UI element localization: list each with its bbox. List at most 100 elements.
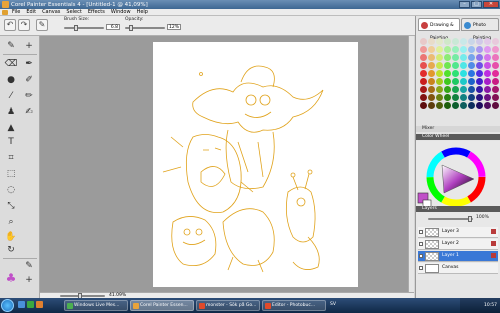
color-swatch[interactable] [476,54,483,61]
color-swatch[interactable] [460,86,467,93]
color-swatch[interactable] [460,38,467,45]
color-swatch[interactable] [492,38,499,45]
pencil-tool-icon[interactable]: ✏ [22,90,36,102]
color-swatch[interactable] [484,70,491,77]
color-swatch[interactable] [484,62,491,69]
close-button[interactable]: ✕ [483,1,499,8]
color-swatch[interactable] [428,62,435,69]
rect-select-icon[interactable]: ⬚ [4,168,18,180]
color-swatch[interactable] [420,86,427,93]
tab-photo-painting[interactable]: Photo Painting [461,18,499,41]
color-swatch[interactable] [452,94,459,101]
brush-tool-icon[interactable]: ✎ [4,40,18,52]
color-swatch[interactable] [460,94,467,101]
color-swatch[interactable] [468,86,475,93]
layer-row-selected[interactable]: Layer 1 [418,251,498,262]
dropper-tool-icon[interactable]: ⁄ [4,90,18,102]
pen-tool-icon[interactable]: ✒ [22,58,36,70]
magnifier-icon[interactable]: ⌕ [4,216,18,228]
color-swatch[interactable] [428,86,435,93]
menu-file[interactable]: File [12,9,20,15]
color-swatch[interactable] [468,94,475,101]
marker-tool-icon[interactable]: ✍ [22,106,36,118]
color-swatch[interactable] [468,62,475,69]
color-swatch[interactable] [460,70,467,77]
color-swatch[interactable] [444,102,451,109]
fill-tool-icon[interactable]: ▲ [4,122,18,134]
color-wheel-header[interactable]: Color Wheel [416,134,500,140]
color-swatch[interactable] [420,78,427,85]
color-swatch[interactable] [492,102,499,109]
color-swatch[interactable] [492,46,499,53]
color-swatch[interactable] [436,46,443,53]
color-swatch[interactable] [452,102,459,109]
paper-icon[interactable]: + [22,274,36,286]
color-swatch[interactable] [484,94,491,101]
color-swatch[interactable] [460,102,467,109]
quicklaunch-icon[interactable] [36,301,43,308]
color-swatches[interactable] [420,38,499,109]
redo-icon[interactable]: ↷ [18,19,30,31]
color-swatch[interactable] [444,86,451,93]
menu-canvas[interactable]: Canvas [42,9,60,15]
color-swatch[interactable] [452,78,459,85]
tab-drawing-painting[interactable]: Drawing & Painting [418,18,460,41]
menu-help[interactable]: Help [137,9,148,15]
color-swatch[interactable] [436,54,443,61]
layers-header[interactable]: Layers [416,206,500,212]
color-swatch[interactable] [452,70,459,77]
zoom-slider[interactable] [60,293,105,299]
color-swatch[interactable] [428,102,435,109]
color-swatch[interactable] [436,86,443,93]
layer-row[interactable]: Layer 2 [418,239,498,250]
color-swatch[interactable] [452,38,459,45]
task-photobucket[interactable]: Editor - Photobuc... [262,300,326,311]
color-swatch[interactable] [484,54,491,61]
color-swatch[interactable] [452,62,459,69]
airbrush-tool-icon[interactable]: ✐ [22,74,36,86]
color-swatch[interactable] [452,54,459,61]
brush-size-value[interactable]: 6.8 [106,24,120,30]
color-swatch[interactable] [436,94,443,101]
task-painter[interactable]: Corel Painter Essen... [130,300,194,311]
clock[interactable]: 10:57 [484,303,497,308]
color-swatch[interactable] [476,70,483,77]
color-swatch[interactable] [452,86,459,93]
menu-window[interactable]: Window [111,9,131,15]
color-swatch[interactable] [420,94,427,101]
start-button[interactable] [1,299,14,312]
color-swatch[interactable] [436,38,443,45]
color-swatch[interactable] [468,70,475,77]
color-swatch[interactable] [428,54,435,61]
color-swatch[interactable] [492,78,499,85]
color-swatch[interactable] [444,54,451,61]
color-swatch[interactable] [476,62,483,69]
color-swatch[interactable] [452,46,459,53]
color-swatch[interactable] [492,86,499,93]
color-swatch[interactable] [444,70,451,77]
color-swatch[interactable] [428,38,435,45]
color-swatch[interactable] [492,54,499,61]
maximize-button[interactable]: □ [471,1,482,8]
task-messenger[interactable]: Windows Live Mes... [64,300,128,311]
layer-opacity-value[interactable]: 100% [476,215,489,220]
color-swatch[interactable] [484,38,491,45]
color-swatch[interactable] [484,46,491,53]
canvas-area[interactable] [40,36,414,292]
color-swatch[interactable] [468,78,475,85]
current-brush-icon[interactable]: ♣ [4,272,18,284]
mixer-header[interactable]: Mixer [416,126,500,132]
color-swatch[interactable] [444,94,451,101]
opacity-slider[interactable] [125,25,165,31]
brush-size-slider[interactable] [64,25,104,31]
quicklaunch-icon[interactable] [27,301,34,308]
minimize-button[interactable]: – [459,1,470,8]
color-swatch[interactable] [492,62,499,69]
add-icon[interactable]: + [22,40,36,52]
color-swatch[interactable] [476,38,483,45]
color-swatch[interactable] [420,38,427,45]
stamp-tool-icon[interactable]: ♟ [4,106,18,118]
color-swatch[interactable] [492,94,499,101]
color-swatch[interactable] [476,102,483,109]
color-swatch[interactable] [476,78,483,85]
